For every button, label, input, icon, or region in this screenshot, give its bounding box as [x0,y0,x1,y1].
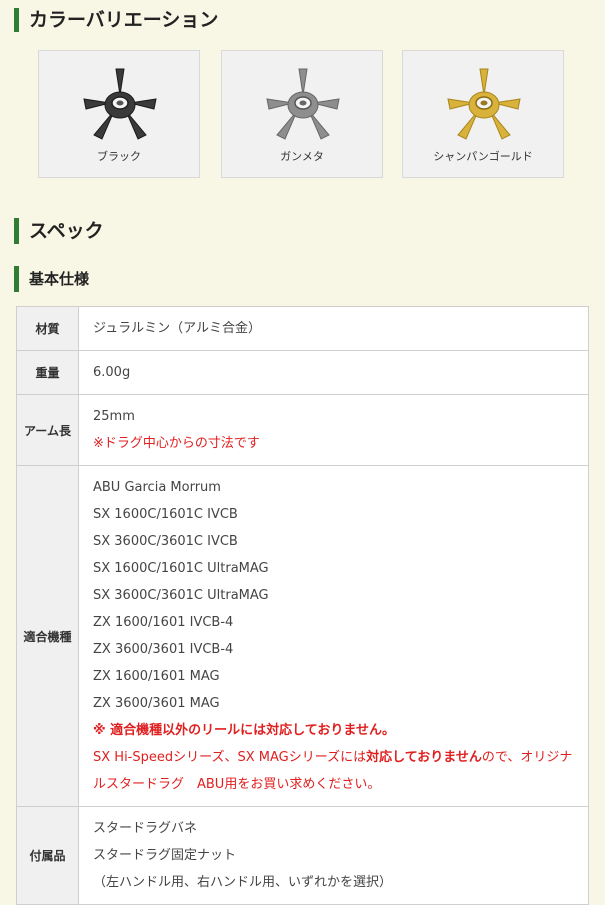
spec-label: 付属品 [16,806,79,905]
star-drag-black-icon [83,68,157,140]
compatible-model: ABU Garcia Morrum [93,480,221,495]
spec-row-material: 材質 ジュラルミン（アルミ合金） [16,306,589,351]
note-bold: 対応しておりません [366,750,482,765]
variant-label: シャンパンゴールド [433,150,533,163]
section-heading-color-variations: カラーバリエーション [14,8,218,32]
spec-row-accessories: 付属品 スタードラグバネ スタードラグ固定ナット （左ハンドル用、右ハンドル用、… [16,806,589,905]
compatible-model: SX 3600C/3601C IVCB [93,534,238,549]
accessory-item: （左ハンドル用、右ハンドル用、いずれかを選択） [93,875,393,890]
star-drag-gold-icon [447,68,521,140]
accessory-item: スタードラグ固定ナット [93,848,237,863]
arm-length-note: ※ドラグ中心からの寸法です [93,436,260,451]
spec-label: 材質 [16,306,79,351]
spec-value: ジュラルミン（アルミ合金） [78,306,589,351]
spec-value: 25mm ※ドラグ中心からの寸法です [78,394,589,466]
color-variant-list: ブラック ガンメタ シャンパンゴールド [38,50,568,180]
variant-card-black[interactable]: ブラック [38,50,200,178]
section-heading-spec: スペック [14,218,104,244]
star-drag-gunmetal-icon [266,68,340,140]
spec-value: ABU Garcia Morrum SX 1600C/1601C IVCB SX… [78,465,589,807]
arm-length-value: 25mm [93,409,135,424]
note-prefix: SX Hi-Speedシリーズ、SX MAGシリーズには [93,750,367,765]
accessory-item: スタードラグバネ [93,821,198,836]
variant-card-champagne-gold[interactable]: シャンパンゴールド [402,50,564,178]
spec-value: 6.00g [78,350,589,395]
weight-value: 6.00g [93,365,131,380]
spec-row-compatible-models: 適合機種 ABU Garcia Morrum SX 1600C/1601C IV… [16,465,589,807]
variant-label: ブラック [97,150,141,163]
compatible-model: ZX 3600/3601 IVCB-4 [93,642,234,657]
spec-label: 適合機種 [16,465,79,807]
material-value: ジュラルミン（アルミ合金） [93,321,261,336]
compatible-model: SX 3600C/3601C UltraMAG [93,588,269,603]
compatible-model: ZX 3600/3601 MAG [93,696,220,711]
compatible-model: SX 1600C/1601C UltraMAG [93,561,269,576]
spec-value: スタードラグバネ スタードラグ固定ナット （左ハンドル用、右ハンドル用、いずれか… [78,806,589,905]
compatible-model: SX 1600C/1601C IVCB [93,507,238,522]
spec-table: 材質 ジュラルミン（アルミ合金） 重量 6.00g アーム長 25mm ※ドラグ… [16,306,589,905]
compatible-model: ZX 1600/1601 IVCB-4 [93,615,234,630]
variant-card-gunmetal[interactable]: ガンメタ [221,50,383,178]
spec-label: 重量 [16,350,79,395]
spec-row-weight: 重量 6.00g [16,350,589,395]
compatibility-note: SX Hi-Speedシリーズ、SX MAGシリーズには対応しておりませんので、… [93,744,574,798]
compatibility-warning: ※ 適合機種以外のリールには対応しておりません。 [93,723,395,738]
variant-label: ガンメタ [280,150,324,163]
compatible-model: ZX 1600/1601 MAG [93,669,220,684]
spec-row-arm-length: アーム長 25mm ※ドラグ中心からの寸法です [16,394,589,466]
spec-label: アーム長 [16,394,79,466]
section-heading-basic-spec: 基本仕様 [14,266,89,292]
